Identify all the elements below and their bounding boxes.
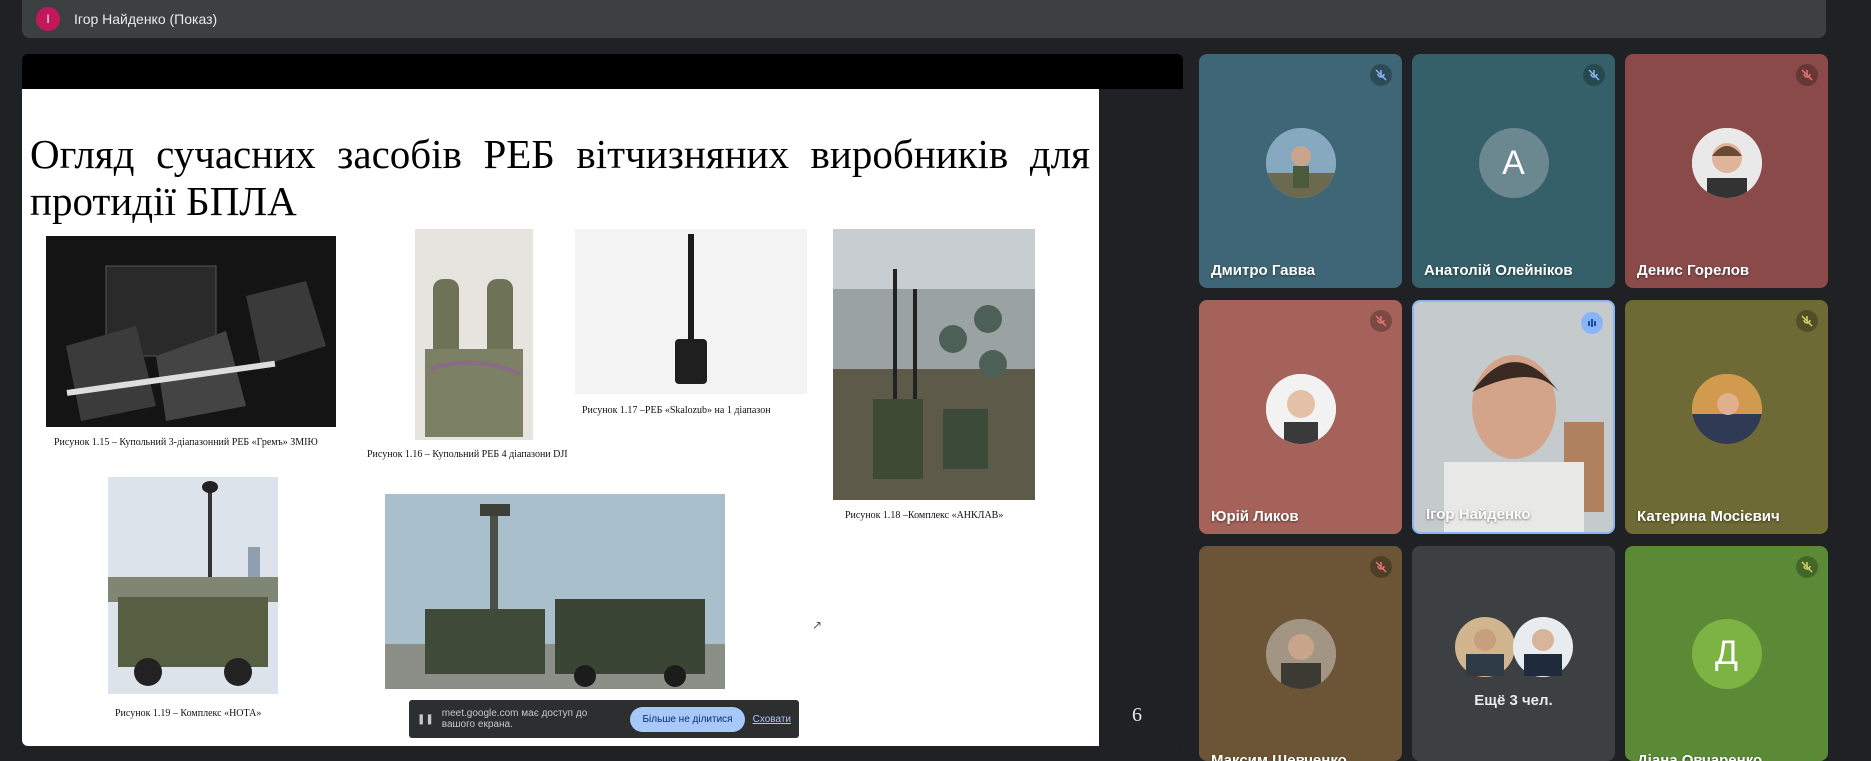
avatar bbox=[1265, 618, 1336, 689]
more-participants-tile[interactable]: Ещё 3 чел. bbox=[1412, 546, 1615, 761]
pause-icon[interactable]: ❚❚ bbox=[417, 714, 434, 725]
participant-tile-maksym[interactable]: Максим Шевченко bbox=[1199, 546, 1402, 761]
hide-banner-link[interactable]: Сховати bbox=[753, 714, 791, 725]
participant-tile-dmytro[interactable]: Дмитро Гавва bbox=[1199, 54, 1402, 288]
figure-1-19-image bbox=[108, 477, 278, 694]
ew-dome-image bbox=[46, 236, 336, 427]
participant-tile-anatolii[interactable]: А Анатолій Олейніков bbox=[1412, 54, 1615, 288]
caption-1-16: Рисунок 1.16 – Купольний РЕБ 4 діапазони… bbox=[367, 449, 568, 460]
mic-off-icon bbox=[1370, 64, 1392, 86]
speaking-indicator-icon bbox=[1581, 312, 1603, 334]
figure-1-15-image bbox=[46, 236, 336, 427]
ew-trucks-image bbox=[385, 494, 725, 689]
ew-dji-image bbox=[415, 229, 533, 440]
ew-nota-image bbox=[108, 477, 278, 694]
participant-name: Максим Шевченко bbox=[1211, 752, 1347, 761]
participant-name: Денис Горелов bbox=[1637, 262, 1750, 279]
presenter-avatar: І bbox=[36, 7, 60, 31]
avatar bbox=[1691, 128, 1762, 198]
participant-name: Катерина Мосієвич bbox=[1637, 508, 1780, 525]
caption-1-17: Рисунок 1.17 –РЕБ «Skalozub» на 1 діапаз… bbox=[582, 405, 771, 416]
avatar bbox=[1265, 374, 1336, 444]
mic-off-icon bbox=[1796, 556, 1818, 578]
caption-1-18: Рисунок 1.18 –Комплекс «АНКЛАВ» bbox=[845, 510, 1004, 521]
participant-tile-yurii[interactable]: Юрій Ликов bbox=[1199, 300, 1402, 534]
mic-off-icon bbox=[1583, 64, 1605, 86]
figure-1-18-image bbox=[833, 229, 1035, 500]
participant-name: Дмитро Гавва bbox=[1211, 262, 1316, 279]
figure-1-16-image bbox=[415, 229, 533, 440]
mic-off-icon bbox=[1796, 310, 1818, 332]
mic-off-icon bbox=[1796, 64, 1818, 86]
stop-sharing-button[interactable]: Більше не ділитися bbox=[630, 706, 745, 732]
slide-page-number: 6 bbox=[1132, 704, 1142, 726]
avatar bbox=[1691, 374, 1762, 444]
slide: Огляд сучасних засобів РЕБ вітчизняних в… bbox=[22, 89, 1099, 746]
figure-trucks-image bbox=[385, 494, 725, 689]
caption-1-15: Рисунок 1.15 – Купольний 3-діапазонний Р… bbox=[54, 437, 318, 448]
participant-tile-diana[interactable]: Д Діана Овчаренко bbox=[1625, 546, 1828, 761]
presenter-label: Ігор Найденко (Показ) bbox=[74, 11, 218, 27]
avatar: А bbox=[1478, 128, 1549, 198]
more-participants-label: Ещё 3 чел. bbox=[1474, 692, 1553, 709]
ew-skalozub-image bbox=[575, 229, 807, 394]
participant-tile-denys[interactable]: Денис Горелов bbox=[1625, 54, 1828, 288]
avatar bbox=[1265, 128, 1336, 198]
avatar: Д bbox=[1691, 618, 1762, 689]
participant-name: Анатолій Олейніков bbox=[1424, 262, 1573, 279]
participant-name: Ігор Найденко bbox=[1426, 506, 1531, 523]
slide-side-panel bbox=[1099, 89, 1183, 746]
participant-name: Юрій Ликов bbox=[1211, 508, 1299, 525]
mic-off-icon bbox=[1370, 556, 1392, 578]
presenter-bar: І Ігор Найденко (Показ) bbox=[22, 0, 1826, 38]
group-avatars bbox=[1454, 616, 1574, 678]
participant-name: Діана Овчаренко bbox=[1637, 752, 1763, 761]
screen-share-banner: ❚❚ meet.google.com має доступ до вашого … bbox=[409, 700, 799, 738]
mouse-cursor-icon: ↗ bbox=[812, 618, 823, 632]
participant-tile-kateryna[interactable]: Катерина Мосієвич bbox=[1625, 300, 1828, 534]
presentation-stage: Огляд сучасних засобів РЕБ вітчизняних в… bbox=[22, 54, 1183, 746]
figure-1-17-image bbox=[575, 229, 807, 394]
participant-tile-ihor[interactable]: Ігор Найденко bbox=[1412, 300, 1615, 534]
video-feed bbox=[1414, 302, 1613, 532]
caption-1-19: Рисунок 1.19 – Комплекс «НОТА» bbox=[115, 708, 262, 719]
share-banner-text: meet.google.com має доступ до вашого екр… bbox=[441, 708, 588, 730]
mic-off-icon bbox=[1370, 310, 1392, 332]
slide-title: Огляд сучасних засобів РЕБ вітчизняних в… bbox=[30, 131, 1090, 224]
ew-anklav-image bbox=[833, 229, 1035, 500]
